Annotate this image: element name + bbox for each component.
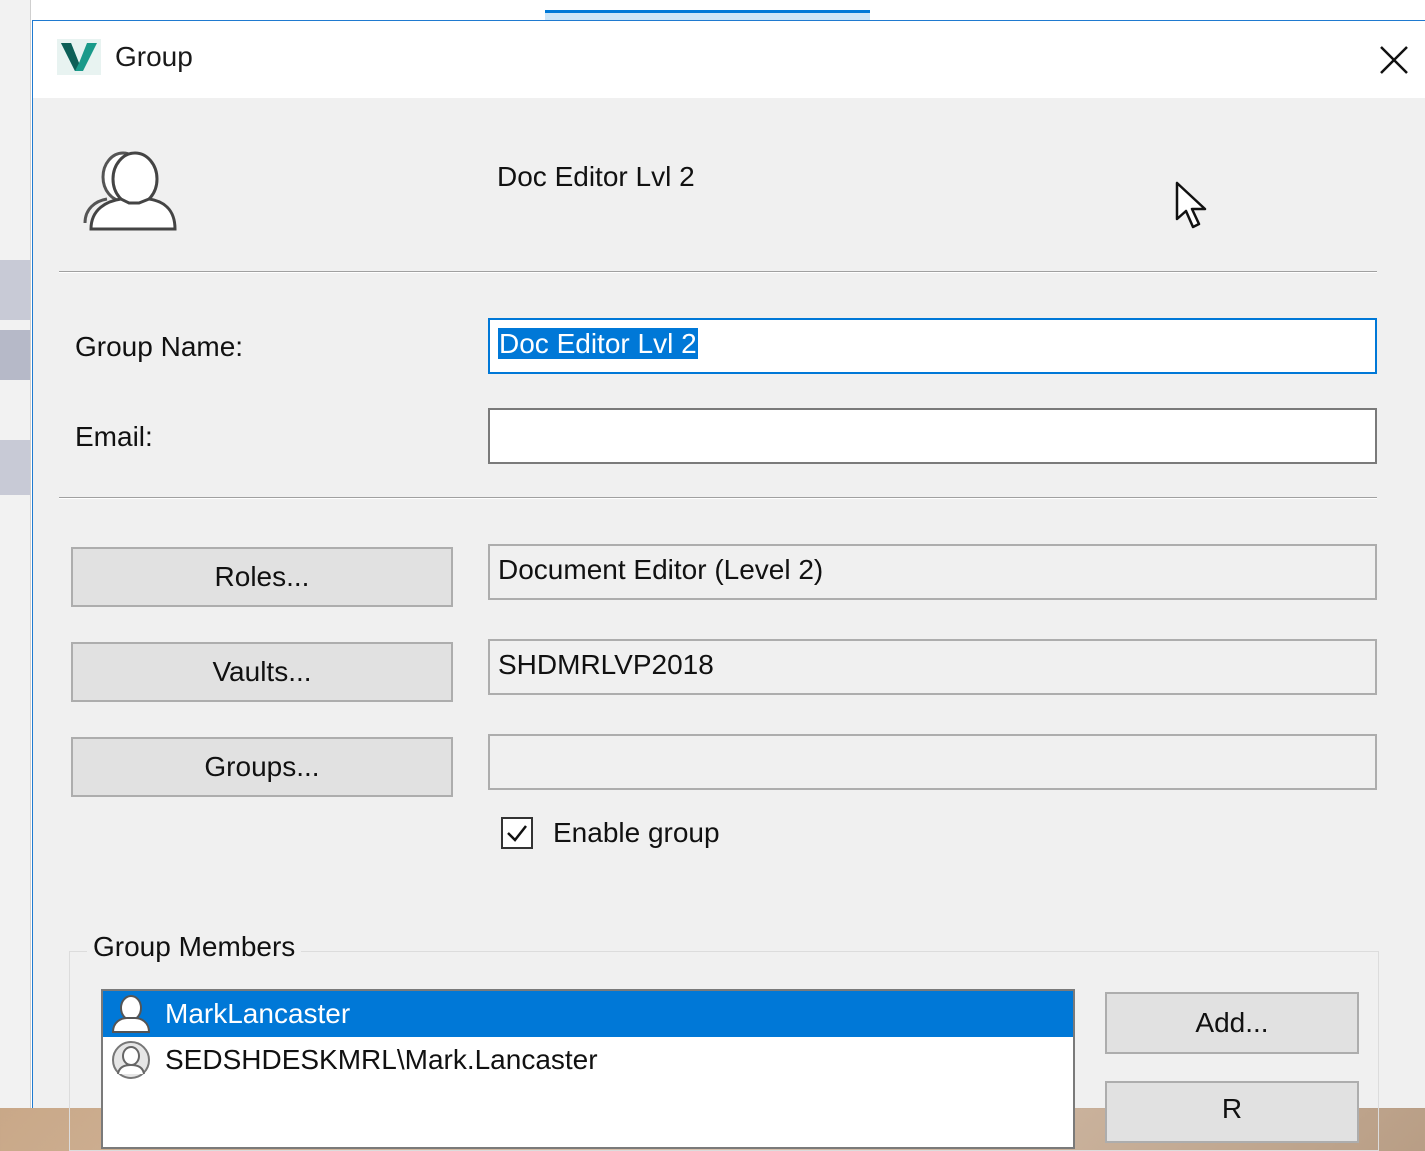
roles-button[interactable]: Roles... (71, 547, 453, 607)
group-members-legend: Group Members (87, 931, 302, 963)
groups-button[interactable]: Groups... (71, 737, 453, 797)
background-window-strip (0, 0, 31, 1108)
group-header-name: Doc Editor Lvl 2 (497, 161, 695, 192)
group-name-input[interactable]: Doc Editor Lvl 2 (488, 318, 1377, 374)
separator (59, 271, 1377, 273)
add-member-button[interactable]: Add... (1105, 992, 1359, 1054)
mouse-cursor-icon (1175, 181, 1207, 229)
checkmark-icon (507, 825, 527, 842)
list-item[interactable]: MarkLancaster (103, 991, 1073, 1037)
remove-member-button[interactable]: R (1105, 1081, 1359, 1143)
vaults-button[interactable]: Vaults... (71, 642, 453, 702)
user-icon (111, 995, 151, 1033)
member-name: MarkLancaster (165, 998, 351, 1029)
group-user-icon (112, 1041, 150, 1079)
email-input[interactable] (488, 408, 1377, 464)
close-icon (1380, 45, 1408, 74)
member-name: SEDSHDESKMRL\Mark.Lancaster (165, 1044, 598, 1075)
title-bar: Group (33, 21, 1425, 98)
enable-group-row[interactable]: Enable group (501, 817, 720, 849)
group-members-list[interactable]: MarkLancaster SEDSHDESKMRL\Mark.Lancaste… (101, 989, 1075, 1149)
groups-field (488, 734, 1377, 790)
email-label: Email: (75, 421, 153, 452)
close-button[interactable] (1363, 21, 1425, 98)
group-name-selected-text: Doc Editor Lvl 2 (498, 328, 698, 359)
separator (59, 497, 1377, 499)
group-avatar-icon (83, 151, 177, 231)
dialog-title: Group (115, 41, 193, 72)
roles-field: Document Editor (Level 2) (488, 544, 1377, 600)
group-dialog: Group Doc Editor Lvl 2 Group Name: Doc E… (32, 20, 1425, 1151)
group-name-label: Group Name: (75, 331, 244, 362)
list-item[interactable]: SEDSHDESKMRL\Mark.Lancaster (103, 1037, 1073, 1083)
enable-group-checkbox[interactable] (501, 817, 533, 849)
vaults-field: SHDMRLVP2018 (488, 639, 1377, 695)
vault-app-icon (57, 39, 101, 75)
enable-group-label: Enable group (553, 817, 720, 848)
